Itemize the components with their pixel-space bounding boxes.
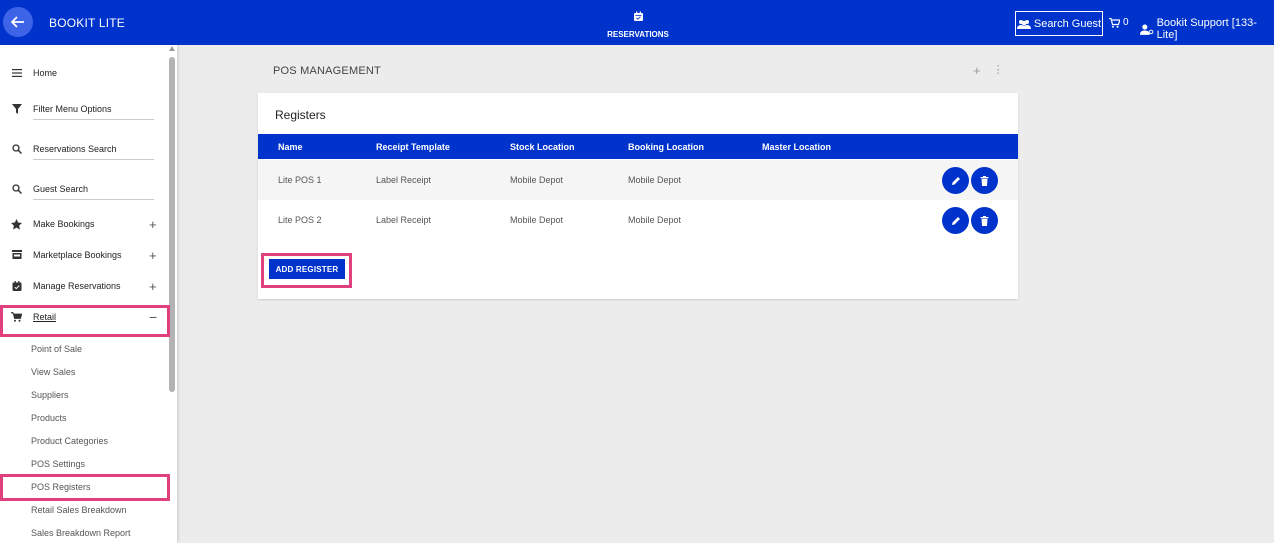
sidebar-item-label: Make Bookings bbox=[33, 219, 95, 229]
cart-count: 0 bbox=[1123, 17, 1129, 28]
cart-icon bbox=[1109, 17, 1120, 28]
pencil-icon bbox=[951, 176, 960, 185]
sidebar-subitem-sales-breakdown-report[interactable]: Sales Breakdown Report bbox=[31, 528, 131, 538]
sidebar-item-label: Guest Search bbox=[33, 184, 89, 194]
cell-stock-location: Mobile Depot bbox=[510, 175, 564, 185]
cell-receipt-template: Label Receipt bbox=[376, 215, 432, 225]
sidebar-item-label: Home bbox=[33, 68, 58, 78]
sidebar-item-label: Filter Menu Options bbox=[33, 104, 112, 114]
sidebar-item-make-bookings[interactable]: Make Bookings + bbox=[0, 210, 168, 238]
sidebar-item-manage-reservations[interactable]: Manage Reservations + bbox=[0, 272, 168, 300]
user-cog-icon bbox=[1140, 24, 1154, 35]
table-row: Lite POS 2 Label Receipt Mobile Depot Mo… bbox=[258, 200, 1018, 240]
edit-button[interactable] bbox=[942, 207, 969, 234]
pencil-icon bbox=[951, 216, 960, 225]
divider bbox=[33, 159, 154, 160]
search-icon bbox=[11, 184, 22, 195]
expand-plus-icon[interactable]: + bbox=[149, 248, 157, 263]
edit-button[interactable] bbox=[942, 167, 969, 194]
user-label: Bookit Support [133-Lite] bbox=[1156, 17, 1257, 41]
users-icon bbox=[1016, 19, 1031, 29]
sidebar-subitem-view-sales[interactable]: View Sales bbox=[31, 367, 75, 377]
top-bar: BOOKIT LITE RESERVATIONS Search Guest 0 … bbox=[0, 0, 1274, 45]
back-button[interactable] bbox=[3, 7, 33, 37]
search-guest-label: Search Guest bbox=[1033, 17, 1102, 30]
highlight-add-register bbox=[261, 253, 352, 288]
sidebar: Home Filter Menu Options Reservations Se… bbox=[0, 45, 177, 543]
card-title: Registers bbox=[275, 108, 326, 122]
column-header-name[interactable]: Name bbox=[278, 142, 303, 152]
sidebar-scrollbar[interactable] bbox=[168, 45, 176, 543]
cell-stock-location: Mobile Depot bbox=[510, 215, 564, 225]
sidebar-item-label: Reservations Search bbox=[33, 144, 117, 154]
sidebar-subitem-pos-settings[interactable]: POS Settings bbox=[31, 459, 85, 469]
filter-icon bbox=[11, 104, 22, 115]
cell-name: Lite POS 1 bbox=[278, 175, 322, 185]
store-icon bbox=[11, 250, 22, 261]
sidebar-subitem-retail-sales-breakdown[interactable]: Retail Sales Breakdown bbox=[31, 505, 127, 515]
search-guest-button[interactable]: Search Guest bbox=[1015, 11, 1103, 36]
star-icon bbox=[11, 218, 22, 230]
expand-plus-icon[interactable]: + bbox=[149, 279, 157, 294]
highlight-pos-registers bbox=[0, 474, 170, 501]
reservations-nav[interactable]: RESERVATIONS bbox=[598, 9, 678, 39]
page-actions: + ⋮ bbox=[973, 63, 1004, 78]
divider bbox=[33, 119, 154, 120]
page-title: POS MANAGEMENT bbox=[273, 65, 381, 77]
trash-icon bbox=[980, 175, 989, 186]
sidebar-item-marketplace-bookings[interactable]: Marketplace Bookings + bbox=[0, 241, 168, 269]
column-header-stock-location[interactable]: Stock Location bbox=[510, 142, 575, 152]
sidebar-subitem-suppliers[interactable]: Suppliers bbox=[31, 390, 69, 400]
user-menu[interactable]: Bookit Support [133-Lite] bbox=[1140, 17, 1274, 41]
sidebar-subitem-point-of-sale[interactable]: Point of Sale bbox=[31, 344, 82, 354]
cell-booking-location: Mobile Depot bbox=[628, 215, 682, 225]
scroll-thumb[interactable] bbox=[169, 57, 175, 392]
table-header: Name Receipt Template Stock Location Boo… bbox=[258, 134, 1018, 159]
delete-button[interactable] bbox=[971, 167, 998, 194]
app-title: BOOKIT LITE bbox=[49, 16, 125, 30]
trash-icon bbox=[980, 215, 989, 226]
cart-button[interactable]: 0 bbox=[1109, 17, 1129, 28]
table-row: Lite POS 1 Label Receipt Mobile Depot Mo… bbox=[258, 160, 1018, 200]
highlight-retail bbox=[0, 305, 170, 337]
calendar-icon bbox=[633, 11, 643, 21]
search-icon bbox=[11, 144, 22, 155]
reservations-label: RESERVATIONS bbox=[607, 30, 669, 39]
more-vertical-icon[interactable]: ⋮ bbox=[993, 63, 1004, 78]
add-plus-icon[interactable]: + bbox=[973, 63, 981, 78]
sidebar-subitem-products[interactable]: Products bbox=[31, 413, 67, 423]
delete-button[interactable] bbox=[971, 207, 998, 234]
sidebar-item-label: Manage Reservations bbox=[33, 281, 121, 291]
cell-name: Lite POS 2 bbox=[278, 215, 322, 225]
calendar-check-icon bbox=[11, 281, 22, 292]
sidebar-subitem-product-categories[interactable]: Product Categories bbox=[31, 436, 108, 446]
scroll-up-arrow[interactable] bbox=[169, 46, 175, 51]
column-header-master-location[interactable]: Master Location bbox=[762, 142, 831, 152]
sidebar-item-home[interactable]: Home bbox=[0, 59, 168, 87]
cell-receipt-template: Label Receipt bbox=[376, 175, 432, 185]
registers-card: Registers Name Receipt Template Stock Lo… bbox=[258, 93, 1018, 299]
expand-plus-icon[interactable]: + bbox=[149, 217, 157, 232]
column-header-receipt-template[interactable]: Receipt Template bbox=[376, 142, 450, 152]
sidebar-item-label: Marketplace Bookings bbox=[33, 250, 122, 260]
menu-icon bbox=[11, 68, 22, 79]
cell-booking-location: Mobile Depot bbox=[628, 175, 682, 185]
divider bbox=[33, 199, 154, 200]
arrow-left-icon bbox=[10, 16, 24, 28]
column-header-booking-location[interactable]: Booking Location bbox=[628, 142, 704, 152]
